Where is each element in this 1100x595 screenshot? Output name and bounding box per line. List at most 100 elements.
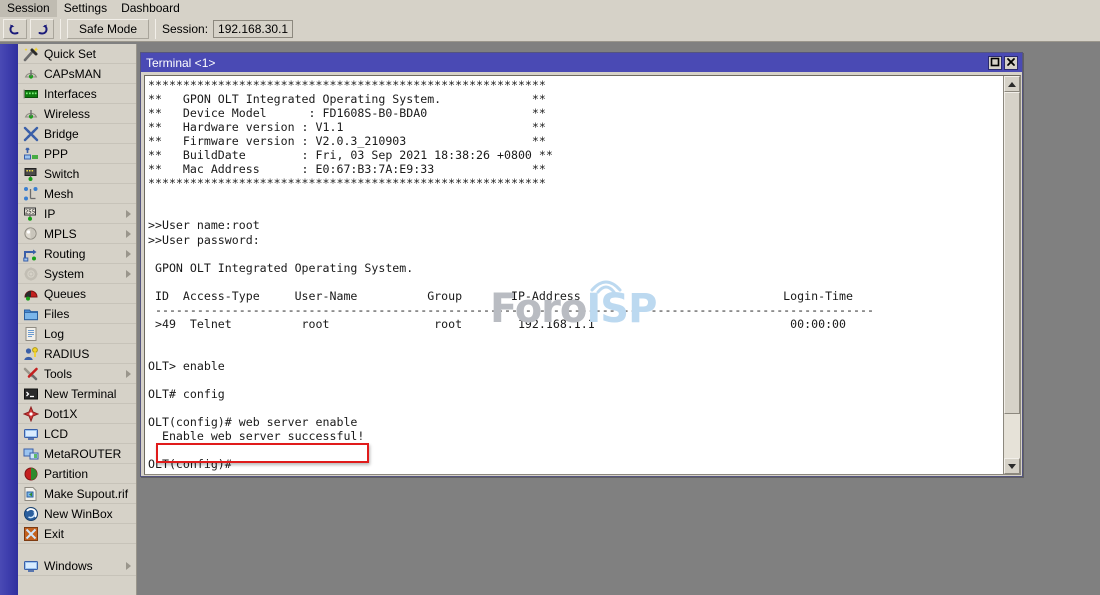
sidebar-item-exit[interactable]: Exit: [18, 524, 136, 544]
windows-icon: [23, 558, 39, 574]
chevron-right-icon: [126, 369, 131, 378]
sidebar-item-label: Quick Set: [44, 46, 97, 61]
terminal-body: ForoISP ********************************…: [144, 75, 1021, 475]
ip-icon: 255: [23, 206, 39, 222]
sidebar-item-capsman[interactable]: CAPsMAN: [18, 64, 136, 84]
sidebar-item-make-supout-rif[interactable]: Make Supout.rif: [18, 484, 136, 504]
sidebar-item-lcd[interactable]: LCD: [18, 424, 136, 444]
menu-settings[interactable]: Settings: [57, 0, 114, 17]
sidebar-item-ppp[interactable]: PPP: [18, 144, 136, 164]
sidebar-item-metarouter[interactable]: MetaROUTER: [18, 444, 136, 464]
sidebar-item-label: Routing: [44, 246, 86, 261]
mpls-icon: [23, 226, 39, 242]
sidebar-item-label: Log: [44, 326, 65, 341]
sidebar-item-files[interactable]: Files: [18, 304, 136, 324]
sidebar-item-label: Switch: [44, 166, 80, 181]
scrollbar-thumb[interactable]: [1004, 92, 1020, 415]
chevron-right-icon: [126, 269, 131, 278]
system-icon: [23, 266, 39, 282]
metarouter-icon: [23, 446, 39, 462]
sidebar-item-label: Dot1X: [44, 406, 78, 421]
menu-dashboard[interactable]: Dashboard: [114, 0, 187, 17]
sidebar-item-label: New WinBox: [44, 506, 113, 521]
sidebar-item-wireless[interactable]: Wireless: [18, 104, 136, 124]
lcd-icon: [23, 426, 39, 442]
sidebar-item-mesh[interactable]: Mesh: [18, 184, 136, 204]
sidebar-gap: [18, 544, 136, 556]
maximize-icon: [990, 56, 1000, 70]
scroll-down-button[interactable]: [1004, 458, 1020, 474]
sidebar-item-partition[interactable]: Partition: [18, 464, 136, 484]
interfaces-icon: [23, 86, 39, 102]
sidebar-item-radius[interactable]: RADIUS: [18, 344, 136, 364]
terminal-title: Terminal <1>: [146, 55, 216, 70]
sidebar-item-system[interactable]: System: [18, 264, 136, 284]
sidebar-item-queues[interactable]: Queues: [18, 284, 136, 304]
routing-icon: [23, 246, 39, 262]
sidebar-item-label: MetaROUTER: [44, 446, 122, 461]
redo-icon: [35, 22, 49, 36]
sidebar-item-label: Files: [44, 306, 70, 321]
supout-icon: [23, 486, 39, 502]
winbox-icon: [23, 506, 39, 522]
terminal-output-area[interactable]: ForoISP ********************************…: [145, 76, 1003, 474]
arrow-up-icon: [1008, 81, 1016, 87]
sidebar-item-label: Tools: [44, 366, 73, 381]
wand-icon: [23, 46, 39, 62]
toolbar: Safe Mode Session: 192.168.30.1: [0, 17, 1100, 42]
menu-session[interactable]: Session: [0, 0, 57, 17]
maximize-button[interactable]: [988, 55, 1002, 70]
redo-button[interactable]: [30, 19, 54, 39]
sidebar-item-tools[interactable]: Tools: [18, 364, 136, 384]
sidebar-item-switch[interactable]: Switch: [18, 164, 136, 184]
close-button[interactable]: [1004, 55, 1018, 70]
undo-button[interactable]: [3, 19, 27, 39]
sidebar-item-label: RADIUS: [44, 346, 90, 361]
sidebar-item-dot1x[interactable]: Dot1X: [18, 404, 136, 424]
sidebar-item-routing[interactable]: Routing: [18, 244, 136, 264]
sidebar-item-new-winbox[interactable]: New WinBox: [18, 504, 136, 524]
sidebar-item-label: IP: [44, 206, 56, 221]
terminal-icon: [23, 386, 39, 402]
chevron-right-icon: [126, 249, 131, 258]
sidebar-item-label: Queues: [44, 286, 87, 301]
sidebar-item-label: New Terminal: [44, 386, 117, 401]
winbox-brand-strip: WinBox: [0, 44, 18, 595]
sidebar-item-label: Windows: [44, 558, 93, 573]
sidebar-item-label: Bridge: [44, 126, 79, 141]
chevron-right-icon: [126, 561, 131, 570]
close-icon: [1006, 56, 1016, 70]
queues-icon: [23, 286, 39, 302]
sidebar-item-mpls[interactable]: MPLS: [18, 224, 136, 244]
menubar: Session Settings Dashboard: [0, 0, 1100, 17]
safe-mode-button[interactable]: Safe Mode: [67, 19, 149, 39]
terminal-scrollbar[interactable]: [1003, 76, 1020, 474]
ppp-icon: [23, 146, 39, 162]
toolbar-separator-2: [155, 19, 156, 39]
wireless-icon: [23, 106, 39, 122]
session-value[interactable]: 192.168.30.1: [213, 20, 294, 38]
sidebar-item-new-terminal[interactable]: New Terminal: [18, 384, 136, 404]
terminal-titlebar[interactable]: Terminal <1>: [141, 53, 1022, 72]
dot1x-icon: [23, 405, 39, 422]
chevron-right-icon: [126, 209, 131, 218]
terminal-window: Terminal <1> ForoISP *******************…: [140, 52, 1023, 477]
svg-text:255: 255: [25, 209, 35, 215]
sidebar-item-ip[interactable]: 255 IP: [18, 204, 136, 224]
sidebar-item-windows[interactable]: Windows: [18, 556, 136, 576]
chevron-right-icon: [126, 229, 131, 238]
sidebar-item-label: Wireless: [44, 106, 91, 121]
sidebar-item-label: Mesh: [44, 186, 74, 201]
scrollbar-track[interactable]: [1004, 92, 1020, 458]
sidebar-item-label: PPP: [44, 146, 69, 161]
bridge-icon: [23, 126, 39, 142]
sidebar-item-bridge[interactable]: Bridge: [18, 124, 136, 144]
scroll-up-button[interactable]: [1004, 76, 1020, 92]
sidebar-item-log[interactable]: Log: [18, 324, 136, 344]
sidebar-item-label: System: [44, 266, 85, 281]
sidebar-item-quick-set[interactable]: Quick Set: [18, 44, 136, 64]
toolbar-separator: [60, 19, 61, 39]
sidebar-item-interfaces[interactable]: Interfaces: [18, 84, 136, 104]
sidebar-item-label: Make Supout.rif: [44, 486, 129, 501]
files-icon: [23, 306, 39, 322]
